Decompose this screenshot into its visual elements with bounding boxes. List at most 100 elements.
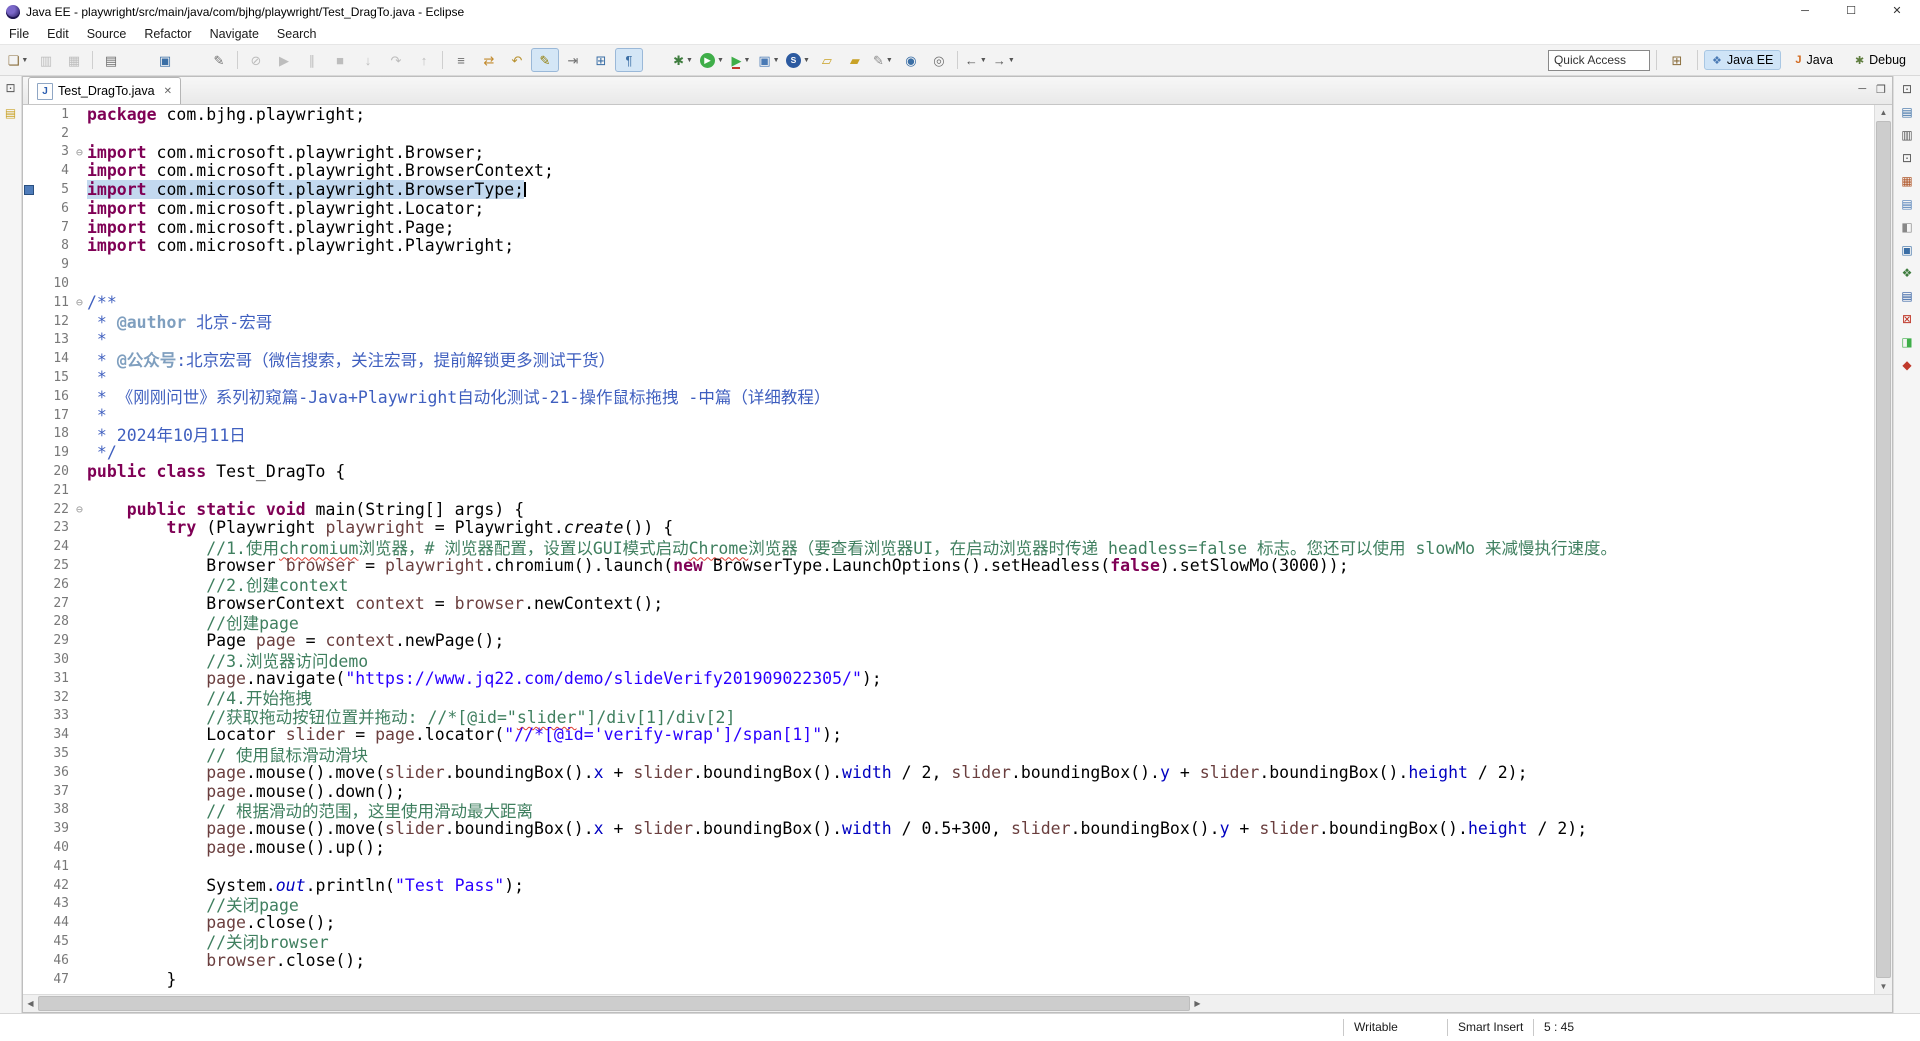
menu-source[interactable]: Source bbox=[78, 25, 136, 43]
minimize-view-button[interactable]: ─ bbox=[1858, 83, 1866, 96]
code-line[interactable]: 22⊖ public static void main(String[] arg… bbox=[23, 500, 1874, 519]
skip-breakpoints-button[interactable]: ⊘ bbox=[242, 48, 270, 72]
open-type-button[interactable]: ▤ bbox=[97, 48, 125, 72]
step-over-button[interactable]: ↷ bbox=[382, 48, 410, 72]
code-line[interactable]: 38 // 根据滑动的范围，这里使用滑动最大距离 bbox=[23, 800, 1874, 819]
scroll-down-icon[interactable]: ▼ bbox=[1880, 979, 1888, 994]
new-wizard-button[interactable]: ❏▼ bbox=[4, 48, 32, 72]
menu-search[interactable]: Search bbox=[268, 25, 326, 43]
back-dropdown-button[interactable]: ←▼ bbox=[962, 48, 990, 72]
palette-icon[interactable]: ❖ bbox=[1899, 265, 1916, 281]
perspective-java-ee[interactable]: ❖Java EE bbox=[1704, 50, 1781, 70]
code-line[interactable]: 5import com.microsoft.playwright.Browser… bbox=[23, 180, 1874, 199]
code-line[interactable]: 40 page.mouse().up(); bbox=[23, 838, 1874, 857]
search-button[interactable]: ◎ bbox=[925, 48, 953, 72]
code-line[interactable]: 36 page.mouse().move(slider.boundingBox(… bbox=[23, 763, 1874, 782]
perspective-java[interactable]: JJava bbox=[1787, 50, 1841, 70]
code-line[interactable]: 21 bbox=[23, 481, 1874, 500]
show-view-table-button[interactable]: ⊞ bbox=[587, 48, 615, 72]
open-console-button[interactable]: ▣ bbox=[151, 48, 179, 72]
save-button[interactable]: ▥ bbox=[32, 48, 60, 72]
last-edit-location-button[interactable]: ↶ bbox=[503, 48, 531, 72]
debug-dropdown-button[interactable]: ✱▼ bbox=[669, 48, 697, 72]
code-line[interactable]: 28 //创建page bbox=[23, 613, 1874, 632]
problems-icon[interactable]: ▦ bbox=[1899, 173, 1916, 189]
progress-icon[interactable]: ◨ bbox=[1899, 334, 1916, 350]
scroll-right-icon[interactable]: ▶ bbox=[1190, 999, 1205, 1008]
tab-close-icon[interactable]: ✕ bbox=[164, 86, 172, 97]
code-line[interactable]: 24 //1.使用chromium浏览器，# 浏览器配置，设置以GUI模式启动C… bbox=[23, 537, 1874, 556]
code-line[interactable]: 8import com.microsoft.playwright.Playwri… bbox=[23, 237, 1874, 256]
maximize-view-button[interactable]: ❐ bbox=[1876, 83, 1886, 96]
code-line[interactable]: 16 * 《刚刚问世》系列初窥篇-Java+Playwright自动化测试-21… bbox=[23, 387, 1874, 406]
code-line[interactable]: 3⊖import com.microsoft.playwright.Browse… bbox=[23, 143, 1874, 162]
console-icon[interactable]: ▣ bbox=[1899, 242, 1916, 258]
step-into-button[interactable]: ↓ bbox=[354, 48, 382, 72]
step-return-button[interactable]: ↑ bbox=[410, 48, 438, 72]
outline-icon[interactable]: ▥ bbox=[1899, 127, 1916, 143]
servers-icon[interactable]: ◧ bbox=[1899, 219, 1916, 235]
code-line[interactable]: 43 //关闭page bbox=[23, 894, 1874, 913]
suspend-button[interactable]: ∥ bbox=[298, 48, 326, 72]
code-line[interactable]: 30 //3.浏览器访问demo bbox=[23, 650, 1874, 669]
code-line[interactable]: 9 bbox=[23, 255, 1874, 274]
maximize-button[interactable]: ☐ bbox=[1828, 0, 1874, 23]
show-whitespace-button[interactable]: ¶ bbox=[615, 48, 643, 72]
markers-icon[interactable]: ◆ bbox=[1899, 357, 1916, 373]
next-annotation-button[interactable]: ≡ bbox=[447, 48, 475, 72]
quick-access-input[interactable] bbox=[1548, 50, 1650, 71]
horizontal-scrollbar[interactable]: ◀ ▶ bbox=[23, 994, 1892, 1012]
open-web-browser-button[interactable]: ◉ bbox=[897, 48, 925, 72]
code-line[interactable]: 2 bbox=[23, 124, 1874, 143]
code-line[interactable]: 12 * @author 北京-宏哥 bbox=[23, 312, 1874, 331]
code-line[interactable]: 18 * 2024年10月11日 bbox=[23, 425, 1874, 444]
tab-test-dragto[interactable]: J Test_DragTo.java ✕ bbox=[28, 77, 181, 104]
link-with-editor-button[interactable]: ⇥ bbox=[559, 48, 587, 72]
run-dropdown-button[interactable]: ▶▼ bbox=[697, 48, 727, 72]
scroll-up-icon[interactable]: ▲ bbox=[1880, 105, 1888, 120]
fold-marker[interactable]: ⊖ bbox=[72, 502, 87, 516]
project-explorer-icon[interactable]: ▤ bbox=[1899, 104, 1916, 120]
code-line[interactable]: 6import com.microsoft.playwright.Locator… bbox=[23, 199, 1874, 218]
menu-file[interactable]: File bbox=[0, 25, 38, 43]
clean-pen-button[interactable]: ✎ bbox=[205, 48, 233, 72]
save-all-button[interactable]: ▦ bbox=[60, 48, 88, 72]
code-line[interactable]: 19 */ bbox=[23, 443, 1874, 462]
restore-editor-icon[interactable]: ⊡ bbox=[1899, 150, 1916, 166]
code-line[interactable]: 39 page.mouse().move(slider.boundingBox(… bbox=[23, 819, 1874, 838]
code-line[interactable]: 7import com.microsoft.playwright.Page; bbox=[23, 218, 1874, 237]
error-log-icon[interactable]: ⊠ bbox=[1899, 311, 1916, 327]
export-button[interactable]: ▰ bbox=[841, 48, 869, 72]
code-line[interactable]: 27 BrowserContext context = browser.newC… bbox=[23, 594, 1874, 613]
close-button[interactable]: ✕ bbox=[1874, 0, 1920, 23]
code-line[interactable]: 46 browser.close(); bbox=[23, 951, 1874, 970]
code-line[interactable]: 47 } bbox=[23, 970, 1874, 989]
new-server-dropdown-button[interactable]: ▣▼ bbox=[755, 48, 783, 72]
scroll-left-icon[interactable]: ◀ bbox=[23, 999, 38, 1008]
code-line[interactable]: 42 System.out.println("Test Pass"); bbox=[23, 876, 1874, 895]
vertical-scrollbar[interactable]: ▲ ▼ bbox=[1874, 105, 1892, 994]
code-line[interactable]: 17 * bbox=[23, 406, 1874, 425]
forward-dropdown-button[interactable]: →▼ bbox=[990, 48, 1018, 72]
minimize-button[interactable]: ─ bbox=[1782, 0, 1828, 23]
relaunch-button[interactable]: ⇄ bbox=[475, 48, 503, 72]
vertical-scroll-thumb[interactable] bbox=[1876, 121, 1891, 978]
import-button[interactable]: ▱ bbox=[813, 48, 841, 72]
coverage-dropdown-button[interactable]: ▶▼ bbox=[727, 48, 755, 72]
external-tools-dropdown-button[interactable]: ✎▼ bbox=[869, 48, 897, 72]
code-line[interactable]: 33 //获取拖动按钮位置并拖动: //*[@id="slider"]/div[… bbox=[23, 707, 1874, 726]
open-perspective-button[interactable]: ⊞ bbox=[1663, 48, 1691, 72]
restore-pane-icon[interactable]: ⊡ bbox=[2, 80, 19, 96]
fold-marker[interactable]: ⊖ bbox=[72, 145, 87, 159]
code-line[interactable]: 14 * @公众号:北京宏哥（微信搜索，关注宏哥，提前解锁更多测试干货） bbox=[23, 349, 1874, 368]
code-line[interactable]: 45 //关闭browser bbox=[23, 932, 1874, 951]
menu-edit[interactable]: Edit bbox=[38, 25, 78, 43]
menu-navigate[interactable]: Navigate bbox=[201, 25, 268, 43]
horizontal-scroll-thumb[interactable] bbox=[38, 996, 1190, 1011]
web-service-dropdown-button[interactable]: S▼ bbox=[783, 48, 813, 72]
code-line[interactable]: 41 bbox=[23, 857, 1874, 876]
code-line[interactable]: 4import com.microsoft.playwright.Browser… bbox=[23, 161, 1874, 180]
code-line[interactable]: 26 //2.创建context bbox=[23, 575, 1874, 594]
code-line[interactable]: 10 bbox=[23, 274, 1874, 293]
perspective-debug[interactable]: ✱Debug bbox=[1847, 50, 1914, 70]
